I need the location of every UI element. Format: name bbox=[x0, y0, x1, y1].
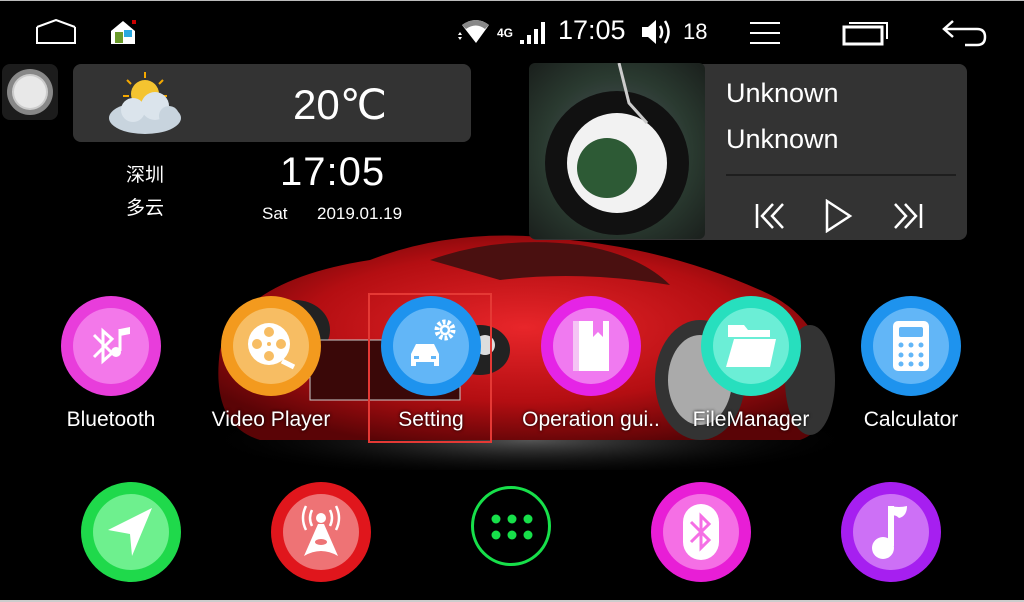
volume-level: 18 bbox=[683, 19, 708, 44]
app-filemanager[interactable]: FileManager bbox=[686, 296, 816, 456]
app-drawer-icon bbox=[491, 514, 533, 540]
app-icon-bg bbox=[861, 296, 961, 396]
app-operation-guide[interactable]: Operation gui.. bbox=[522, 296, 660, 456]
app-drawer-button[interactable] bbox=[471, 486, 551, 566]
weather-widget[interactable]: 20℃ bbox=[73, 64, 471, 142]
dock-radio[interactable] bbox=[271, 482, 371, 582]
clock-date: 2019.01.19 bbox=[317, 204, 403, 223]
bluetooth-icon bbox=[663, 494, 739, 570]
bluetooth-music-icon bbox=[73, 308, 149, 384]
next-icon[interactable] bbox=[888, 196, 928, 236]
app-icon-bg bbox=[221, 296, 321, 396]
app-label: Operation gui.. bbox=[522, 408, 660, 431]
dock-navigation[interactable] bbox=[81, 482, 181, 582]
status-time: 17:05 bbox=[558, 15, 626, 45]
assistive-touch-button[interactable] bbox=[2, 64, 58, 120]
signal-icon bbox=[518, 21, 548, 45]
navigation-arrow-icon bbox=[93, 494, 169, 570]
weather-condition: 多云 bbox=[126, 198, 165, 219]
track-artist: Unknown bbox=[726, 124, 839, 154]
menu-icon[interactable] bbox=[748, 19, 782, 47]
dock-bluetooth[interactable] bbox=[651, 482, 751, 582]
app-video-player[interactable]: Video Player bbox=[206, 296, 336, 456]
app-icon-bg bbox=[701, 296, 801, 396]
city-name: 深圳 bbox=[126, 165, 165, 186]
app-icon-bg bbox=[61, 296, 161, 396]
4g-icon: 4G bbox=[496, 26, 513, 40]
app-calculator[interactable]: Calculator bbox=[846, 296, 976, 456]
music-note-icon bbox=[853, 494, 929, 570]
temperature: 20℃ bbox=[293, 81, 387, 128]
app-label: Calculator bbox=[863, 408, 959, 431]
calculator-icon bbox=[873, 308, 949, 384]
recent-apps-icon[interactable] bbox=[840, 19, 890, 47]
music-divider bbox=[726, 174, 956, 176]
app-label: FileManager bbox=[692, 408, 810, 431]
wifi-icon bbox=[456, 17, 490, 45]
app-label: Video Player bbox=[211, 408, 331, 431]
home-outline-icon[interactable] bbox=[34, 19, 78, 45]
back-icon[interactable] bbox=[940, 19, 990, 47]
selection-highlight bbox=[368, 293, 492, 443]
partly-cloudy-icon bbox=[105, 72, 187, 138]
dock-music[interactable] bbox=[841, 482, 941, 582]
radio-tower-icon bbox=[283, 494, 359, 570]
clock-time: 17:05 bbox=[280, 150, 386, 194]
play-icon[interactable] bbox=[818, 196, 858, 236]
app-icon-bg bbox=[541, 296, 641, 396]
app-label: Bluetooth bbox=[66, 408, 156, 431]
previous-icon[interactable] bbox=[750, 196, 790, 236]
app-bluetooth[interactable]: Bluetooth bbox=[46, 296, 176, 456]
track-title: Unknown bbox=[726, 78, 839, 108]
film-reel-icon bbox=[233, 308, 309, 384]
album-art[interactable] bbox=[529, 63, 705, 239]
folder-icon bbox=[713, 308, 789, 384]
launcher-home-icon[interactable] bbox=[108, 19, 138, 45]
status-bar: 4G 17:05 18 bbox=[0, 1, 1024, 59]
book-icon bbox=[553, 308, 629, 384]
volume-icon[interactable] bbox=[640, 17, 676, 47]
clock-day: Sat bbox=[262, 204, 288, 223]
